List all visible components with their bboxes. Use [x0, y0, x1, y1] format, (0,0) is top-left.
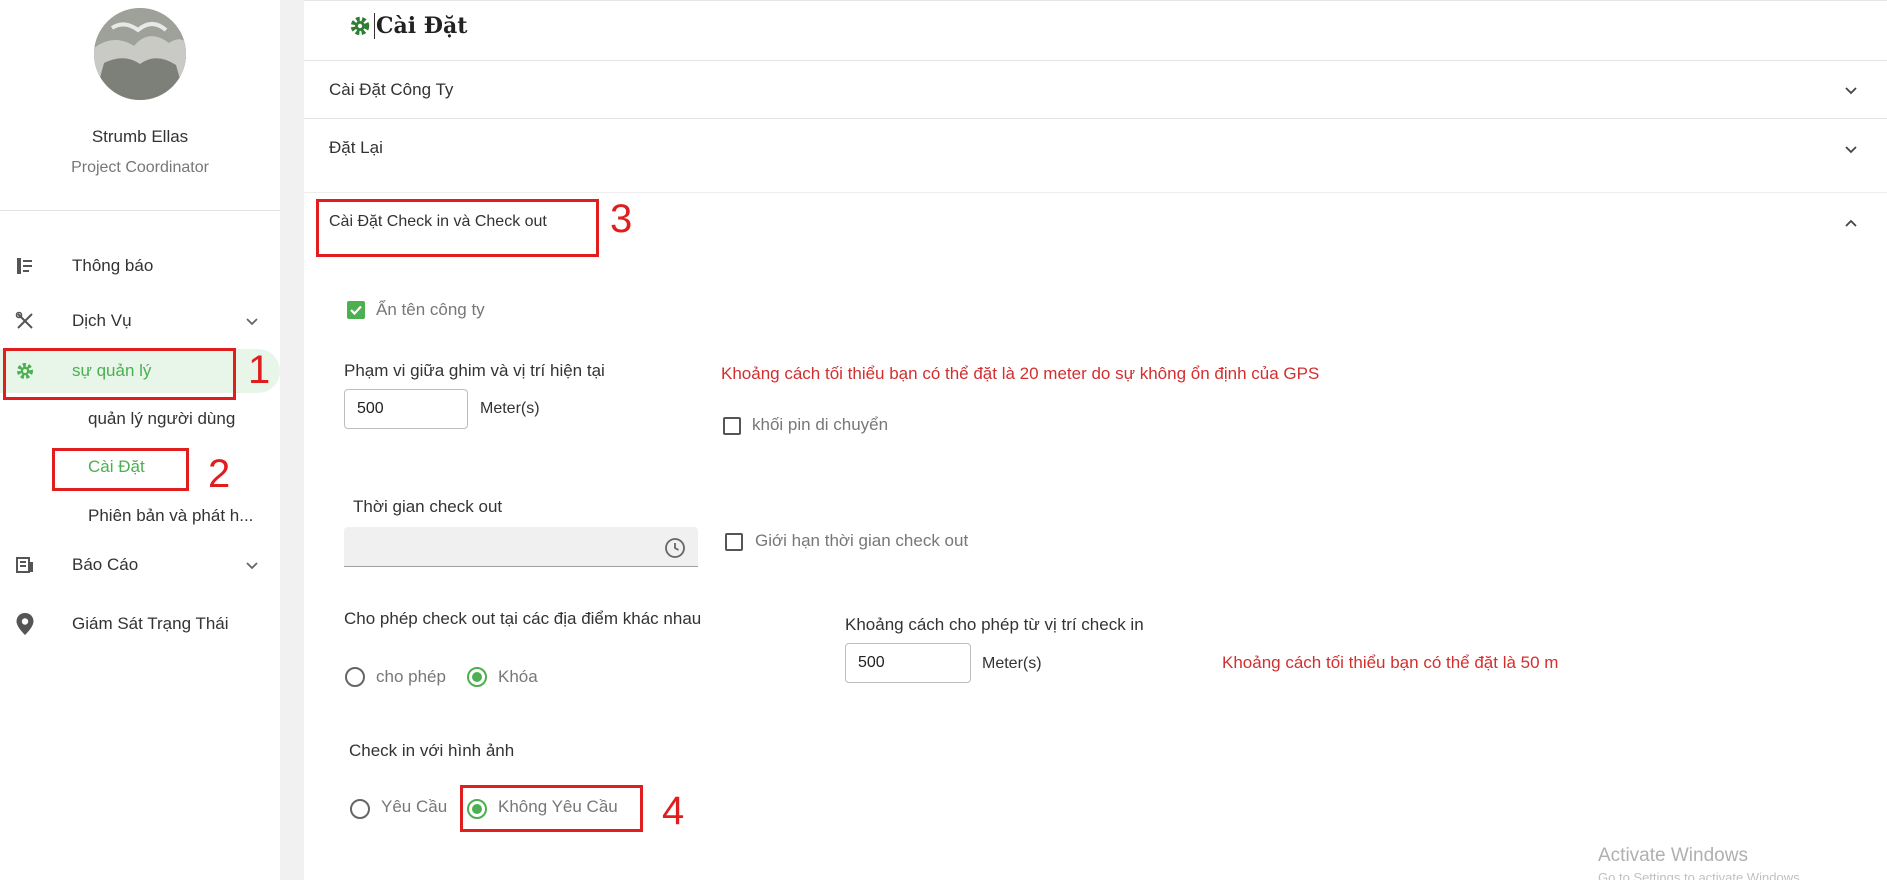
distance-note: Khoảng cách tối thiểu bạn có thể đặt là …	[1222, 653, 1559, 672]
accordion-title: Đặt Lại	[329, 138, 383, 157]
accordion-checkin-checkout: Cài Đặt Check in và Check out 3 Ẩn tên c…	[304, 192, 1887, 880]
limit-checkout-label: Giới hạn thời gian check out	[755, 531, 969, 550]
hide-company-label: Ẩn tên công ty	[376, 300, 485, 319]
range-note: Khoảng cách tối thiểu bạn có thể đặt là …	[721, 364, 1320, 383]
user-name: Strumb Ellas	[91, 127, 189, 146]
annotation-number-2: 2	[208, 452, 231, 496]
photo-required-radio[interactable]	[350, 799, 370, 819]
app-root: Strumb Ellas Project Coordinator Thông b…	[0, 0, 1887, 880]
sidebar-item-label: Dịch Vụ	[72, 311, 132, 330]
annotation-number-3: 3	[610, 197, 633, 241]
range-unit: Meter(s)	[480, 400, 540, 417]
sidebar-subitem-versions[interactable]: Phiên bản và phát h...	[88, 506, 253, 526]
accordion-reset[interactable]: Đặt Lại	[304, 118, 1887, 180]
tools-icon	[14, 310, 36, 332]
page-header: Cài Đặt	[304, 0, 1887, 56]
annotation-box-1	[3, 348, 236, 400]
sidebar-divider	[0, 210, 280, 211]
user-role: Project Coordinator	[71, 159, 209, 176]
lock-option-label: Khóa	[498, 667, 538, 686]
sidebar-item-reports[interactable]: Báo Cáo	[0, 543, 280, 587]
annotation-box-4	[460, 785, 643, 832]
sidebar-item-label: Giám Sát Trạng Thái	[72, 614, 229, 633]
hide-company-checkbox[interactable]	[347, 301, 365, 319]
location-pin-icon	[14, 613, 36, 635]
chevron-down-icon	[246, 318, 258, 326]
lock-pin-label: khối pin di chuyển	[752, 415, 889, 434]
distance-unit: Meter(s)	[982, 655, 1042, 672]
check-icon	[350, 305, 362, 316]
windows-activation-watermark: Activate Windows	[1598, 845, 1748, 866]
chevron-up-icon[interactable]	[1843, 216, 1859, 232]
chevron-down-icon	[1845, 146, 1857, 154]
accordion-title: Cài Đặt Công Ty	[329, 80, 454, 99]
annotation-box-3	[316, 199, 599, 257]
clock-icon[interactable]	[664, 537, 686, 559]
gear-icon	[350, 16, 370, 36]
lock-radio[interactable]	[467, 667, 487, 687]
photo-required-label: Yêu Cầu	[381, 797, 448, 816]
limit-checkout-checkbox[interactable]	[725, 533, 743, 551]
distance-label: Khoảng cách cho phép từ vị trí check in	[845, 615, 1144, 634]
range-input[interactable]	[344, 389, 468, 429]
annotation-box-2	[52, 448, 189, 491]
chevron-down-icon	[246, 562, 258, 570]
checkout-time-input[interactable]	[344, 527, 698, 567]
sidebar-item-label: Báo Cáo	[72, 555, 139, 574]
page-title: Cài Đặt	[376, 13, 468, 39]
checkout-time-label: Thời gian check out	[353, 497, 503, 516]
range-label: Phạm vi giữa ghim và vị trí hiện tại	[344, 361, 605, 380]
text-caret	[374, 13, 375, 39]
chevron-down-icon	[1845, 87, 1857, 95]
main-content: Cài Đặt Cài Đặt Công Ty Đặt Lại Cài Đặt …	[304, 0, 1887, 880]
annotation-number-1: 1	[248, 348, 271, 392]
sidebar-item-notifications[interactable]: Thông báo	[0, 244, 280, 288]
photo-label: Check in với hình ảnh	[349, 741, 515, 760]
windows-activation-subtext: Go to Settings to activate Windows.	[1598, 870, 1804, 880]
lock-pin-checkbox[interactable]	[723, 417, 741, 435]
allow-radio[interactable]	[345, 667, 365, 687]
allow-option-label: cho phép	[376, 667, 446, 686]
sidebar-item-label: Thông báo	[72, 256, 154, 275]
report-icon	[14, 554, 36, 576]
distance-input[interactable]	[845, 643, 971, 683]
sidebar-subitem-user-management[interactable]: quản lý người dùng	[88, 409, 235, 429]
sidebar-item-services[interactable]: Dịch Vụ	[0, 299, 280, 343]
sidebar-item-status-monitor[interactable]: Giám Sát Trạng Thái	[0, 602, 280, 646]
avatar[interactable]	[94, 8, 186, 100]
sidebar: Strumb Ellas Project Coordinator Thông b…	[0, 0, 280, 880]
news-icon	[14, 255, 36, 277]
annotation-number-4: 4	[662, 789, 685, 833]
allow-multi-label: Cho phép check out tại các địa điểm khác…	[344, 609, 702, 628]
accordion-company-settings[interactable]: Cài Đặt Công Ty	[304, 60, 1887, 118]
avatar-image	[94, 8, 186, 100]
sidebar-gutter	[280, 0, 304, 880]
